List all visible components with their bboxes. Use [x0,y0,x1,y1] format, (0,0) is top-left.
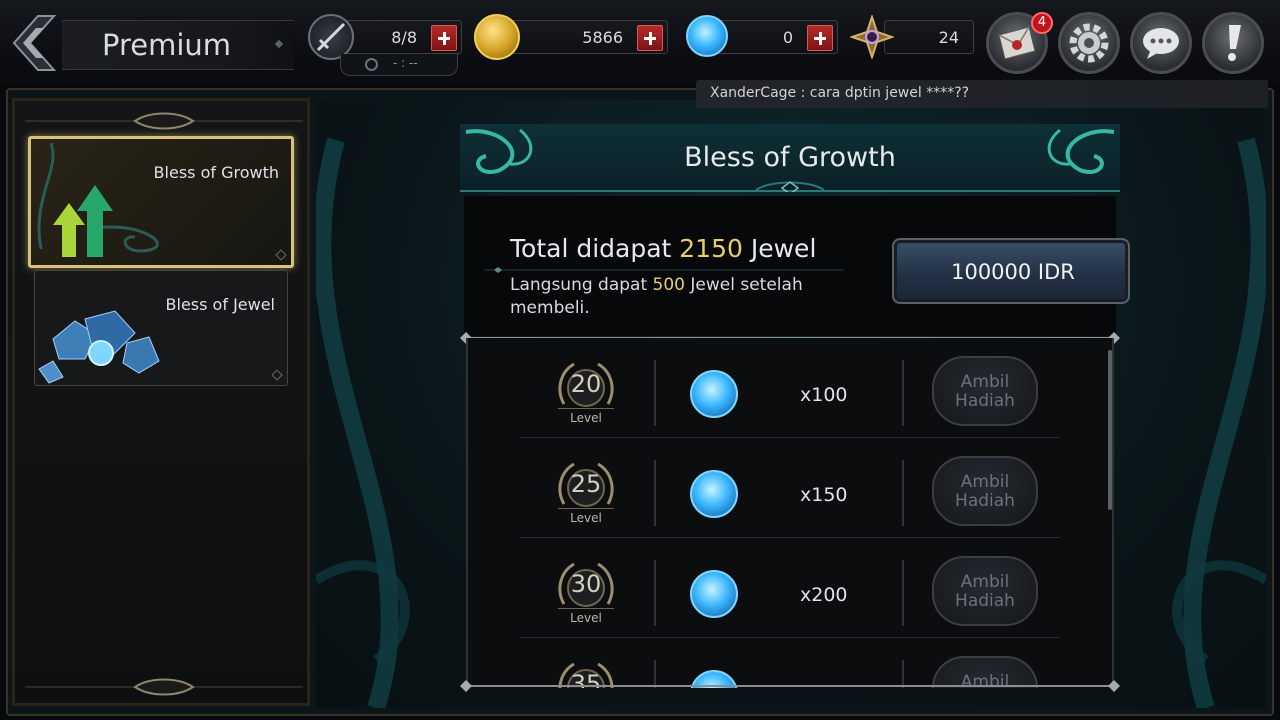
claim-label: Ambil Hadiah [955,472,1015,511]
price-label: 100000 IDR [951,260,1075,284]
total-prefix: Total didapat [510,234,672,263]
level-number: 30 [570,570,602,598]
claim-label: Ambil Hadiah [955,372,1015,411]
top-bar: Premium 8/8 - : -- 5866 0 24 4 [0,0,1280,82]
level-label: Level [558,608,614,625]
column-divider [902,560,904,626]
column-divider [654,560,656,626]
clock-icon [365,58,378,71]
reward-quantity: x200 [800,584,848,606]
reward-row: 25 Level x150 Ambil Hadiah [520,438,1060,538]
notice-button[interactable] [1202,12,1264,74]
jewel-icon [690,570,738,618]
total-suffix: Jewel [750,234,817,263]
jewel-bar: 0 [714,20,838,54]
reward-row: 30 Level x200 Ambil Hadiah [520,538,1060,638]
gold-value: 5866 [582,28,623,47]
instant-jewel-text: Langsung dapat 500 Jewel setelah membeli… [510,274,850,320]
sidebar-item-label: Bless of Jewel [165,295,275,314]
back-button[interactable] [8,14,57,72]
package-info: Total didapat 2150 Jewel Langsung dapat … [464,196,1130,336]
gold-plus-button[interactable] [637,25,663,51]
stamina-value: 8/8 [391,28,417,47]
ticket-bar: 24 [884,20,974,54]
gold-coin-icon [474,14,520,60]
column-divider [902,360,904,426]
level-number: 25 [570,470,602,498]
chat-button[interactable] [1130,12,1192,74]
list-scrollbar[interactable] [1108,350,1112,510]
reward-row: 20 Level x100 Ambil Hadiah [520,338,1060,438]
claim-reward-button[interactable]: Ambil Hadiah [932,556,1038,626]
settings-button[interactable] [1058,12,1120,74]
column-divider [654,460,656,526]
stamina-timer: - : -- [340,54,458,76]
emblem-icon [848,13,896,61]
reward-quantity: x150 [800,484,848,506]
level-label: Level [558,508,614,525]
exclamation-icon [1228,25,1241,61]
total-amount: 2150 [679,234,743,263]
instant-amount: 500 [652,275,685,295]
page-title: Premium [102,28,232,62]
corner-ornament [275,249,287,261]
sidebar-top-ornament [25,112,303,130]
level-label: Level [558,408,614,425]
back-arrow-icon [12,15,57,71]
corner-ornament [271,369,283,381]
jewel-icon [686,15,728,57]
sidebar-item-label: Bless of Growth [153,163,279,182]
stamina-timer-text: - : -- [393,56,418,70]
gold-bar: 5866 [502,20,668,54]
ticket-value: 24 [938,28,959,47]
sidebar-bottom-ornament [25,678,303,696]
column-divider [654,360,656,426]
jewel-value: 0 [782,28,793,47]
list-bottom-border [460,680,1120,692]
jewel-plus-button[interactable] [807,25,833,51]
info-divider [484,267,844,273]
chat-bubble-icon [1143,28,1179,59]
jewel-pile-icon [38,310,160,384]
title-ornament [274,39,284,49]
panel-title: Bless of Growth [684,142,896,173]
growth-arrows-icon [37,142,159,257]
stamina-plus-button[interactable] [431,25,457,51]
reward-quantity: x100 [800,384,848,406]
stamina-bar: 8/8 [338,20,462,54]
title-box: Premium [62,20,294,70]
claim-reward-button[interactable]: Ambil Hadiah [932,456,1038,526]
claim-label: Ambil Hadiah [955,572,1015,611]
chat-ticker[interactable]: XanderCage : cara dptin jewel ****?? [696,80,1268,108]
sidebar-item-bless-of-jewel[interactable]: Bless of Jewel [34,270,288,386]
sidebar-item-bless-of-growth[interactable]: Bless of Growth [28,136,294,268]
instant-prefix: Langsung dapat [510,275,648,295]
column-divider [902,460,904,526]
level-number: 20 [570,370,602,398]
chat-message: XanderCage : cara dptin jewel ****?? [710,85,970,101]
gear-icon [1069,23,1109,63]
total-jewel-text: Total didapat 2150 Jewel [510,234,816,263]
jewel-icon [690,470,738,518]
panel-header: Bless of Growth [460,124,1120,192]
claim-reward-button[interactable]: Ambil Hadiah [932,356,1038,426]
buy-price-button[interactable]: 100000 IDR [892,238,1130,304]
reward-list: 20 Level x100 Ambil Hadiah 25 Level x150… [466,338,1114,688]
mail-count-badge: 4 [1031,12,1053,34]
jewel-icon [690,370,738,418]
